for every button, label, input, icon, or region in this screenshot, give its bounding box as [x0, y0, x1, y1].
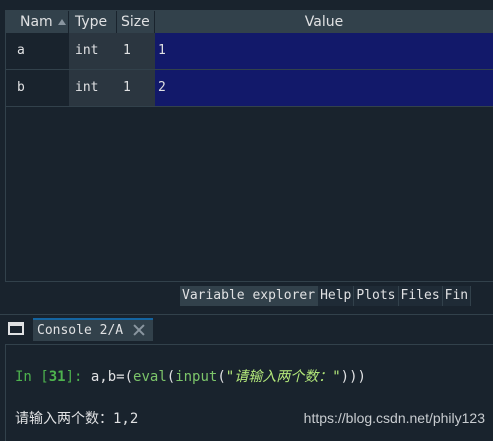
input-prompt-number: 31 — [48, 369, 66, 385]
sort-ascending-icon[interactable] — [58, 19, 66, 25]
app-window: Nam Type Size Value a int 1 1 b int 1 2 — [0, 0, 493, 441]
code-assign: a,b=( — [90, 369, 134, 385]
console-tab-bar: Console 2/A — [0, 314, 493, 341]
console-input-line: In [31]: a,b=(eval(input("请输入两个数："))) — [15, 366, 366, 386]
console-output[interactable]: In [31]: a,b=(eval(input("请输入两个数："))) 请输… — [5, 344, 493, 441]
console-output-line: 请输入两个数：1,2 — [15, 411, 139, 427]
input-prompt-close: ]: — [65, 369, 91, 385]
input-prompt: In [ — [15, 369, 49, 385]
pane-tab-bar: Variable explorer Help Plots Files Fin — [180, 286, 472, 306]
close-icon[interactable] — [133, 324, 145, 336]
table-header: Nam Type Size Value — [6, 11, 493, 33]
table-row[interactable]: b int 1 2 — [6, 70, 493, 106]
window-menu-icon[interactable] — [8, 322, 24, 335]
tab-variable-explorer[interactable]: Variable explorer — [180, 286, 319, 306]
cell-type: int — [69, 70, 117, 106]
cell-value[interactable]: 2 — [155, 70, 493, 106]
cell-type: int — [69, 33, 117, 69]
row-divider — [6, 106, 493, 107]
cell-name: b — [6, 70, 69, 106]
tab-plots[interactable]: Plots — [354, 286, 399, 306]
column-header-type-label: Type — [75, 14, 108, 30]
tab-help[interactable]: Help — [318, 286, 355, 306]
cell-size: 1 — [117, 70, 155, 106]
cell-name: a — [6, 33, 69, 69]
code-eval: eval — [133, 369, 167, 385]
cell-size: 1 — [117, 33, 155, 69]
column-header-type[interactable]: Type — [69, 11, 117, 33]
column-header-name[interactable]: Nam — [6, 11, 69, 33]
table-row[interactable]: a int 1 1 — [6, 33, 493, 69]
variable-explorer-table: Nam Type Size Value a int 1 1 b int 1 2 — [5, 10, 493, 282]
tab-files[interactable]: Files — [398, 286, 443, 306]
console-tab-label: Console 2/A — [37, 323, 124, 338]
code-input: input — [175, 369, 218, 385]
code-close-parens: ))) — [340, 369, 366, 385]
column-header-size[interactable]: Size — [117, 11, 155, 33]
tab-console[interactable]: Console 2/A — [33, 318, 153, 341]
column-header-name-label: Nam — [20, 14, 53, 30]
code-paren: ( — [217, 369, 226, 385]
cell-value[interactable]: 1 — [155, 33, 493, 69]
code-paren: ( — [166, 369, 176, 385]
column-header-value-label: Value — [304, 14, 344, 30]
column-header-value[interactable]: Value — [155, 11, 493, 33]
code-string: "请输入两个数：" — [225, 369, 341, 385]
column-header-size-label: Size — [121, 14, 150, 30]
watermark: https://blog.csdn.net/phily123 — [303, 410, 485, 426]
tab-find[interactable]: Fin — [442, 286, 472, 306]
